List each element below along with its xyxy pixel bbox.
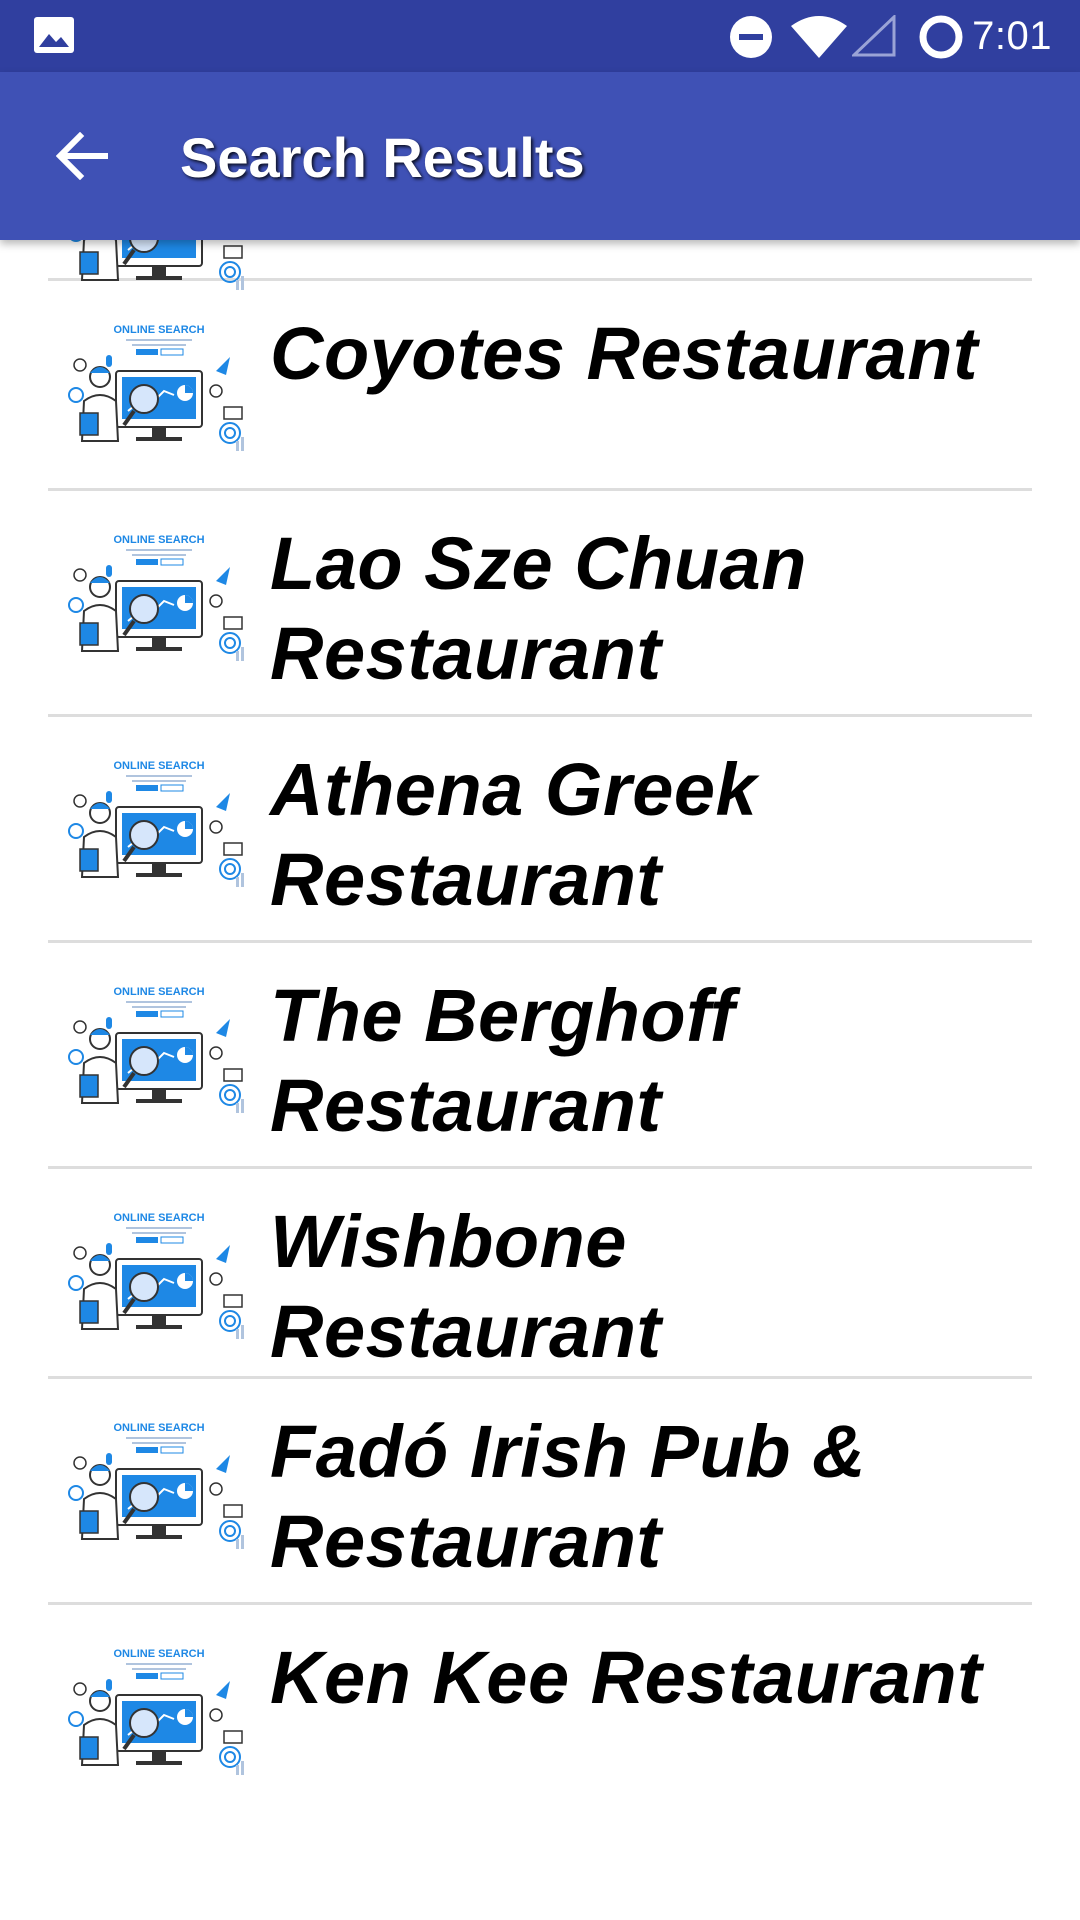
- thumbnail-caption: ONLINE SEARCH: [113, 1212, 204, 1224]
- restaurant-name: Athena Greek Restaurant: [270, 748, 758, 921]
- restaurant-name: Ken Kee Restaurant: [270, 1636, 983, 1719]
- list-item[interactable]: ONLINE SEARCH Coyotes Restaurant: [48, 281, 1032, 491]
- online-search-thumbnail: ONLINE SEARCH: [68, 1422, 244, 1549]
- thumbnail-caption: ONLINE SEARCH: [113, 324, 204, 336]
- list-item[interactable]: ONLINE SEARCH The Berghoff Restaurant: [48, 943, 1032, 1169]
- online-search-thumbnail: ONLINE SEARCH: [68, 324, 244, 451]
- thumbnail-caption: ONLINE SEARCH: [113, 1422, 204, 1434]
- restaurant-name: Lao Sze Chuan Restaurant: [270, 522, 807, 695]
- thumbnail-caption: ONLINE SEARCH: [113, 760, 204, 772]
- wifi-icon: [791, 16, 847, 58]
- status-bar: 7:01: [0, 0, 1080, 72]
- restaurant-name: Fadó Irish Pub & Restaurant: [270, 1410, 866, 1583]
- gallery-icon: [34, 17, 74, 53]
- restaurant-name: Wishbone Restaurant: [270, 1200, 662, 1373]
- list-item[interactable]: ONLINE SEARCH Ken Kee Restaurant: [48, 1605, 1032, 1815]
- online-search-thumbnail: ONLINE SEARCH: [68, 1212, 244, 1339]
- do-not-disturb-icon: [730, 16, 772, 58]
- list-item-partial[interactable]: ONLINE SEARCH: [48, 240, 1032, 290]
- restaurant-name: The Berghoff Restaurant: [270, 974, 736, 1147]
- results-list[interactable]: ONLINE SEARCH ONLINE SEARCH Coyotes Rest…: [0, 240, 1080, 1920]
- back-button[interactable]: [48, 122, 116, 190]
- thumbnail-caption: ONLINE SEARCH: [113, 534, 204, 546]
- page-title: Search Results: [180, 126, 585, 189]
- list-item[interactable]: ONLINE SEARCH Wishbone Restaurant: [48, 1169, 1032, 1379]
- thumbnail-caption: ONLINE SEARCH: [113, 1648, 204, 1660]
- app-bar: Search Results: [0, 72, 1080, 240]
- status-clock: 7:01: [972, 14, 1052, 58]
- restaurant-name: Coyotes Restaurant: [270, 312, 979, 395]
- arrow-back-icon: [56, 132, 108, 180]
- list-item[interactable]: ONLINE SEARCH Lao Sze Chuan Restaurant: [48, 491, 1032, 717]
- online-search-thumbnail: ONLINE SEARCH: [68, 1648, 244, 1775]
- online-search-thumbnail: ONLINE SEARCH: [68, 534, 244, 661]
- thumbnail-caption: ONLINE SEARCH: [113, 986, 204, 998]
- signal-icon: [852, 15, 896, 57]
- online-search-thumbnail: ONLINE SEARCH: [68, 986, 244, 1113]
- online-search-thumbnail: ONLINE SEARCH: [68, 760, 244, 887]
- battery-ring-icon: [919, 15, 963, 59]
- list-item[interactable]: ONLINE SEARCH Athena Greek Restaurant: [48, 717, 1032, 943]
- list-item[interactable]: ONLINE SEARCH Fadó Irish Pub & Restauran…: [48, 1379, 1032, 1605]
